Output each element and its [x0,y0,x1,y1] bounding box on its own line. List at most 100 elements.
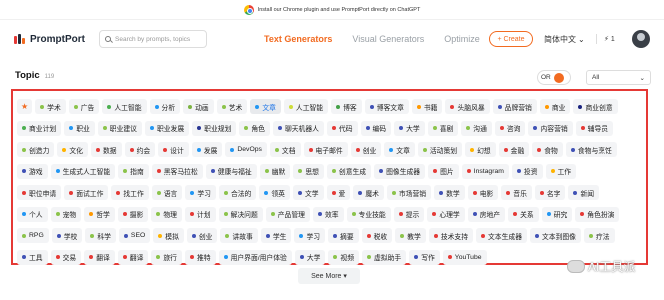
topic-chip[interactable]: 学校 [51,228,83,244]
topic-chip[interactable]: 角色扮演 [575,206,620,222]
topic-chip[interactable]: 博客文章 [364,99,409,115]
topic-chip[interactable]: 学习 [185,185,216,201]
topic-chip[interactable]: 代码 [326,120,358,136]
topic-chip[interactable]: 约会 [124,142,156,158]
topic-chip[interactable]: 活动策划 [417,142,463,158]
topic-chip[interactable]: 哲学 [84,206,115,222]
topic-chip[interactable]: 解决问题 [218,206,263,222]
topic-chip[interactable]: 房地产 [467,206,506,222]
topic-chip[interactable]: 魔术 [353,185,384,201]
topic-chip[interactable]: 视频 [328,249,360,265]
topic-chip[interactable]: 研究 [541,206,573,222]
topic-chip[interactable]: 新闻 [568,185,600,201]
topic-chip[interactable]: 宠物 [50,206,82,222]
topic-chip[interactable]: 市场营销 [386,185,432,201]
topic-chip[interactable]: 图片 [428,163,459,179]
topic-chip[interactable]: 大学 [394,120,425,136]
topic-chip[interactable]: 产品管理 [265,206,310,222]
create-button[interactable]: + Create [489,31,533,47]
topic-chip[interactable]: 品牌营销 [492,99,537,115]
topic-chip[interactable]: 翻译 [117,249,149,265]
topic-chip[interactable]: 文章 [250,99,281,115]
topic-chip[interactable]: 物理 [151,206,182,222]
topic-chip[interactable]: DevOps [225,142,267,158]
topic-chip[interactable]: 学术 [35,99,66,115]
topic-chip[interactable]: 教学 [395,228,426,244]
topic-chip[interactable]: 数学 [434,185,465,201]
topic-chip[interactable]: 领英 [259,185,290,201]
topic-chip[interactable]: 职位申请 [17,185,62,201]
topic-chip[interactable]: 食物 [532,142,563,158]
topic-chip[interactable]: SEO [118,228,151,244]
topic-chip[interactable]: 角色 [239,120,270,136]
tab-optimize[interactable]: Optimize [444,34,480,44]
topic-chip[interactable]: 工具 [17,249,48,265]
language-selector[interactable]: 简体中文 ⌄ [544,31,585,47]
topic-chip[interactable]: 创意生成 [326,163,372,179]
topic-chip[interactable]: 艺术 [216,99,248,115]
topic-chip[interactable]: YouTube [442,249,487,265]
topic-chip[interactable]: 计划 [184,206,216,222]
avatar[interactable] [632,30,650,48]
topic-chip[interactable]: 博客 [331,99,362,115]
topic-chip[interactable]: 疗法 [583,228,615,244]
topic-chip[interactable]: 聊天机器人 [272,120,324,136]
topic-chip[interactable]: 用户界面/用户体验 [218,249,292,265]
topic-chip[interactable]: 人工智能 [283,99,329,115]
topic-chip[interactable]: 学生 [260,228,292,244]
topic-chip[interactable]: 推特 [184,249,216,265]
topic-chip[interactable]: 摘要 [328,228,359,244]
topic-chip[interactable]: 图像生成器 [374,163,426,179]
topic-chip[interactable]: 个人 [17,206,48,222]
topic-chip[interactable]: 广告 [68,99,100,115]
topic-chip[interactable]: 沟通 [461,120,492,136]
topic-chip[interactable]: 电子邮件 [303,142,348,158]
topic-chip[interactable]: 编码 [360,120,392,136]
topic-chip[interactable]: 音乐 [501,185,532,201]
topic-chip[interactable]: 关系 [508,206,539,222]
topic-chip[interactable]: 职业发展 [144,120,190,136]
topic-filter-select[interactable]: All ⌄ [586,70,651,85]
topic-chip[interactable]: 摄影 [117,206,149,222]
topic-chip[interactable]: 商业 [539,99,571,115]
topic-chip[interactable]: 文本到图像 [530,228,581,244]
user-count[interactable]: ⚡ 1 [604,31,615,47]
topic-chip[interactable]: 人工智能 [102,99,147,115]
topic-chip[interactable]: 讲故事 [220,228,258,244]
topic-chip[interactable]: 内容营销 [528,120,573,136]
tab-visual-generators[interactable]: Visual Generators [352,34,424,44]
topic-chip[interactable]: RPG [17,228,49,244]
topic-chip[interactable]: 合法的 [218,185,257,201]
banner-text[interactable]: Install our Chrome plugin and use Prompt… [258,7,421,13]
topic-chip[interactable]: 分析 [149,99,181,115]
topic-chip[interactable]: 文学 [292,185,324,201]
topic-chip[interactable]: 健康与福祉 [205,163,257,179]
topic-chip[interactable]: 语言 [151,185,183,201]
topic-chip[interactable]: 设计 [158,142,189,158]
topic-chip[interactable]: 创造力 [17,142,55,158]
topic-chip[interactable]: 面试工作 [64,185,109,201]
topic-chip[interactable]: Instagram [461,163,509,179]
topic-chip[interactable]: 技术支持 [428,228,474,244]
topic-chip[interactable]: 文化 [57,142,88,158]
topic-chip[interactable]: 思想 [293,163,324,179]
topic-chip[interactable]: 书籍 [411,99,443,115]
topic-chip[interactable]: 辅导员 [575,120,614,136]
topic-chip[interactable]: 电影 [467,185,499,201]
search-input[interactable]: Search by prompts, topics [99,30,207,48]
topic-chip[interactable]: 商业创意 [573,99,618,115]
topic-chip[interactable]: 大学 [294,249,326,265]
tab-text-generators[interactable]: Text Generators [264,34,332,44]
topic-chip[interactable]: 专业技能 [346,206,391,222]
favorites-star-chip[interactable]: ★ [17,99,33,115]
topic-chip[interactable]: 写作 [409,249,440,265]
topic-chip[interactable]: 学习 [294,228,326,244]
topic-chip[interactable]: 金融 [498,142,530,158]
topic-chip[interactable]: 创业 [350,142,382,158]
topic-chip[interactable]: 模拟 [153,228,184,244]
topic-chip[interactable]: 创业 [186,228,218,244]
topic-chip[interactable]: 文本生成器 [476,228,527,244]
topic-chip[interactable]: 职业 [64,120,95,136]
topic-chip[interactable]: 投资 [511,163,543,179]
topic-chip[interactable]: 数据 [90,142,122,158]
